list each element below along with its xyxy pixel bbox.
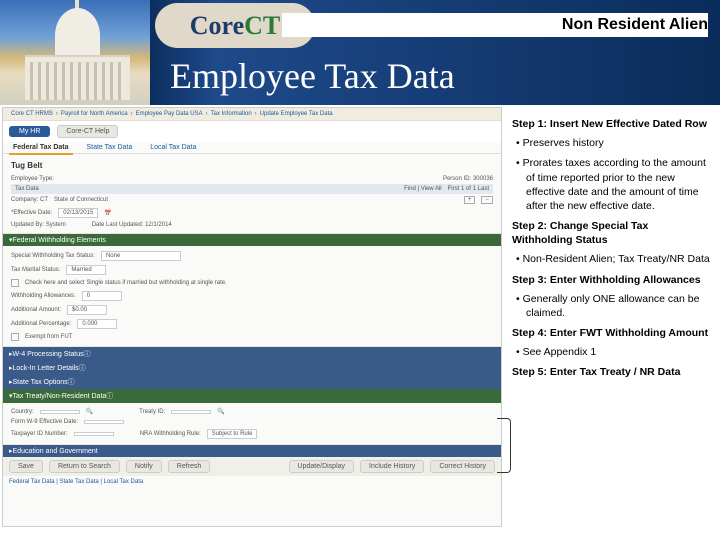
lock-bar[interactable]: ▸ Lock-In Letter Details ⓘ xyxy=(3,361,501,375)
calendar-icon[interactable]: 📅 xyxy=(104,210,111,217)
update-display-button[interactable]: Update/Display xyxy=(289,460,354,473)
return-button[interactable]: Return to Search xyxy=(49,460,120,473)
tax-marital-select[interactable]: Married xyxy=(66,265,106,275)
capitol-photo xyxy=(0,0,150,105)
nra-rule-select[interactable]: Subject to Rule xyxy=(207,429,258,439)
screenshot-panel: Core CT HRMS›Payroll for North America›E… xyxy=(2,107,502,527)
wa-label: Withholding Allowances: xyxy=(11,293,76,299)
state: State of Connecticut xyxy=(54,197,108,203)
emp-type: Employee Type: xyxy=(11,176,54,182)
edu-bar[interactable]: ▸ Education and Government xyxy=(3,445,501,457)
company: Company: CT xyxy=(11,197,48,203)
country-label: Country: xyxy=(11,409,34,415)
nra-rule-label: NRA Withholding Rule: xyxy=(140,431,201,437)
aa-input[interactable]: $0.00 xyxy=(67,305,107,315)
step-1: Step 1: Insert New Effective Dated Row xyxy=(512,117,710,131)
notify-button[interactable]: Notify xyxy=(126,460,162,473)
step-5: Step 5: Enter Tax Treaty / NR Data xyxy=(512,365,710,379)
single-checkbox[interactable] xyxy=(11,279,19,287)
spec-wh-label: Special Withholding Tax Status: xyxy=(11,253,95,259)
instructions-panel: Step 1: Insert New Effective Dated Row P… xyxy=(504,105,720,540)
save-button[interactable]: Save xyxy=(9,460,43,473)
main-area: Core CT HRMS›Payroll for North America›E… xyxy=(0,105,720,540)
eff-date-label: *Effective Date: xyxy=(11,210,52,216)
country-input[interactable] xyxy=(40,410,80,414)
fwe-section-bar[interactable]: ▾ Federal Withholding Elements xyxy=(3,234,501,246)
taxid-label: Taxpayer ID Number: xyxy=(11,431,68,437)
tab-bar: Federal Tax Data State Tax Data Local Ta… xyxy=(3,142,501,154)
step-2: Step 2: Change Special Tax Withholding S… xyxy=(512,219,710,247)
capitol-building xyxy=(25,55,130,100)
slide-header: CoreCT Non Resident Alien Employee Tax D… xyxy=(0,0,720,105)
correct-history-button[interactable]: Correct History xyxy=(430,460,495,473)
single-note: Check here and select Single status if m… xyxy=(25,280,227,286)
include-history-button[interactable]: Include History xyxy=(360,460,424,473)
exempt-checkbox[interactable] xyxy=(11,333,19,341)
help-button[interactable]: Core-CT Help xyxy=(57,125,118,138)
updated-by: Updated By: System xyxy=(11,222,66,228)
taxid-input[interactable] xyxy=(74,432,114,436)
step-1-b: Prorates taxes according to the amount o… xyxy=(526,156,710,213)
eff-date-input[interactable]: 02/13/2015 xyxy=(58,208,98,218)
tab-state[interactable]: State Tax Data xyxy=(82,142,136,153)
last-updated: Date Last Updated: 12/1/2014 xyxy=(92,222,172,228)
slide-title: Employee Tax Data xyxy=(170,55,455,97)
person-id: Person ID: 300036 xyxy=(443,176,493,182)
breadcrumb: Core CT HRMS›Payroll for North America›E… xyxy=(3,108,501,121)
step-4-a: See Appendix 1 xyxy=(526,345,710,359)
form-input[interactable] xyxy=(84,420,124,424)
wa-input[interactable]: 0 xyxy=(82,291,122,301)
bottom-tabs[interactable]: Federal Tax Data | State Tax Data | Loca… xyxy=(3,476,501,488)
treaty-bar[interactable]: ▾ Tax Treaty/Non-Resident Data ⓘ xyxy=(3,389,501,403)
employee-name: Tug Belt xyxy=(11,157,493,174)
step-3: Step 3: Enter Withholding Allowances xyxy=(512,273,710,287)
add-row-button[interactable]: + xyxy=(464,196,476,204)
step-3-a: Generally only ONE allowance can be clai… xyxy=(526,292,710,320)
find-link[interactable]: Find | View All xyxy=(404,186,441,192)
brace-annotation xyxy=(497,418,511,473)
step-4: Step 4: Enter FWT Withholding Amount xyxy=(512,326,710,340)
nav-buttons: My HR Core-CT Help xyxy=(3,121,501,142)
aa-label: Additional Amount: xyxy=(11,307,61,313)
spec-wh-select[interactable]: None xyxy=(101,251,181,261)
refresh-button[interactable]: Refresh xyxy=(168,460,211,473)
pager[interactable]: First 1 of 1 Last xyxy=(448,186,489,192)
w4-bar[interactable]: ▸ W-4 Processing Status ⓘ xyxy=(3,347,501,361)
form-label: Form W-9 Effective Date: xyxy=(11,419,78,425)
tax-data-label: Tax Data xyxy=(15,186,39,192)
treaty-id-label: Treaty ID: xyxy=(139,409,165,415)
exempt-label: Exempt from FUT xyxy=(25,334,72,340)
tab-local[interactable]: Local Tax Data xyxy=(146,142,200,153)
sto-bar[interactable]: ▸ State Tax Options ⓘ xyxy=(3,375,501,389)
step-2-a: Non-Resident Alien; Tax Treaty/NR Data xyxy=(526,252,710,266)
ap-input[interactable]: 0.000 xyxy=(77,319,117,329)
tax-marital-label: Tax Marital Status: xyxy=(11,267,60,273)
step-1-a: Preserves history xyxy=(526,136,710,150)
ap-label: Additional Percentage: xyxy=(11,321,71,327)
treaty-id-input[interactable] xyxy=(171,410,211,414)
my-hr-button[interactable]: My HR xyxy=(9,126,50,137)
nra-label: Non Resident Alien xyxy=(282,13,708,37)
tab-federal[interactable]: Federal Tax Data xyxy=(9,142,73,155)
remove-row-button[interactable]: − xyxy=(481,196,493,204)
